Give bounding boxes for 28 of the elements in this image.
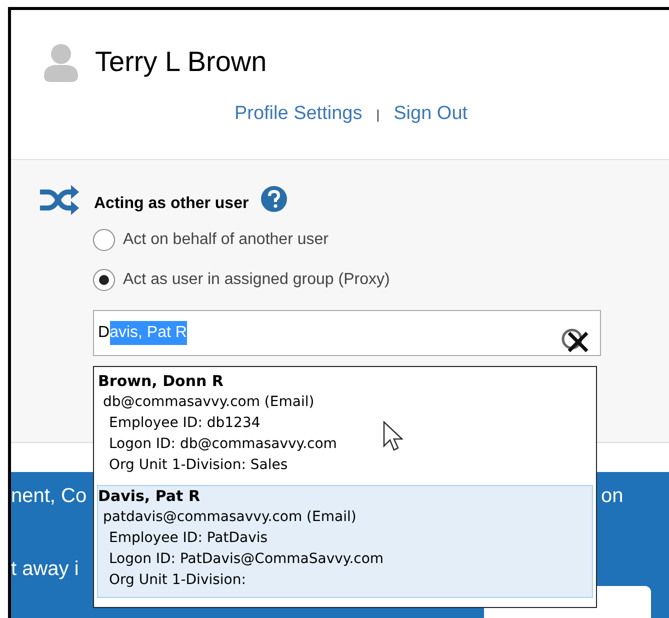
suggestion-detail: Employee ID: PatDavis — [108, 529, 268, 548]
link-separator: | — [376, 106, 380, 124]
suggestion-email: patdavis@commasavvy.com (Email) — [102, 508, 356, 527]
suggestion-detail: Employee ID: db1234 — [108, 414, 260, 433]
suggestion-detail: Logon ID: db@commasavvy.com — [108, 435, 337, 454]
suggestion-email: db@commasavvy.com (Email) — [102, 393, 314, 412]
clear-search-icon[interactable] — [561, 328, 591, 354]
shuffle-icon — [38, 184, 80, 216]
suggestion-detail: Logon ID: PatDavis@CommaSavvy.com — [108, 550, 384, 569]
profile-settings-link[interactable]: Profile Settings — [234, 100, 362, 128]
mouse-cursor-icon — [383, 421, 403, 453]
user-search-field[interactable]: Davis, Pat R — [93, 310, 601, 356]
sign-out-link[interactable]: Sign Out — [394, 100, 468, 128]
radio-option[interactable]: Act as user in assigned group (Proxy) — [93, 268, 390, 292]
banner-text: t away i — [11, 557, 79, 582]
suggestion-item[interactable]: Brown, Donn R db@commasavvy.com (Email) Employee ID: db1234 Logon ID: db@commasavvy.com Org Unit 1-Division: Sales — [97, 370, 593, 483]
banner-text: on — [601, 484, 624, 509]
user-avatar-icon — [43, 42, 79, 82]
suggestion-detail: Org Unit 1-Division: — [108, 571, 246, 590]
user-name: Terry L Brown — [95, 48, 267, 76]
banner-text: nent, Co — [11, 484, 87, 509]
help-icon[interactable] — [260, 186, 287, 212]
suggestion-name: Davis, Pat R — [98, 486, 200, 507]
suggestion-item[interactable]: Davis, Pat R patdavis@commasavvy.com (Email) Employee ID: PatDavis Logon ID: PatDavis@CommaSavvy.com Org Unit 1-Division: — [97, 485, 593, 598]
suggestion-name: Brown, Donn R — [98, 371, 224, 392]
radio-option[interactable]: Act on behalf of another user — [93, 228, 328, 252]
suggestion-detail: Org Unit 1-Division: Sales — [108, 456, 288, 475]
section-title: Acting as other user — [94, 194, 249, 214]
